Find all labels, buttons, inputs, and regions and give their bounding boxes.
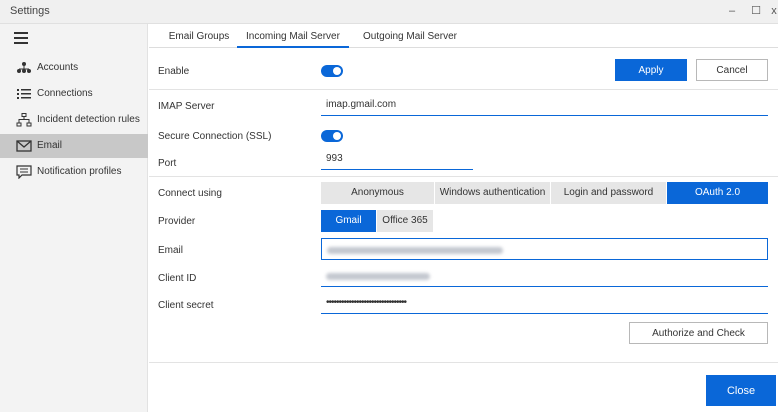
sidebar-item-label: Email xyxy=(37,140,63,151)
window-title: Settings xyxy=(10,5,50,17)
hamburger-menu-icon[interactable] xyxy=(14,32,28,44)
connect-oauth-option[interactable]: OAuth 2.0 xyxy=(667,182,768,204)
imap-server-label: IMAP Server xyxy=(158,101,215,112)
tab-email-groups[interactable]: Email Groups xyxy=(155,24,243,48)
list-icon xyxy=(17,89,31,99)
tab-bar: Email Groups Incoming Mail Server Outgoi… xyxy=(149,24,778,48)
client-secret-label: Client secret xyxy=(158,300,214,311)
sidebar-item-label: Notification profiles xyxy=(37,166,122,177)
sidebar-item-label: Incident detection rules xyxy=(37,114,140,125)
ssl-toggle[interactable] xyxy=(321,130,343,142)
divider xyxy=(149,362,778,363)
cancel-button[interactable]: Cancel xyxy=(696,59,768,81)
client-id-label: Client ID xyxy=(158,273,197,284)
accounts-tree-icon xyxy=(17,62,31,73)
enable-toggle[interactable] xyxy=(321,65,343,77)
provider-gmail-option[interactable]: Gmail xyxy=(321,210,377,232)
client-id-input[interactable] xyxy=(321,265,768,287)
email-label: Email xyxy=(158,245,184,256)
enable-label: Enable xyxy=(158,66,190,77)
connect-login-password-option[interactable]: Login and password xyxy=(551,182,667,204)
email-input[interactable] xyxy=(321,238,768,260)
close-window-button[interactable]: x xyxy=(766,3,778,19)
sidebar-item-incident-detection-rules[interactable]: Incident detection rules xyxy=(0,108,148,132)
authorize-and-check-button[interactable]: Authorize and Check xyxy=(629,322,768,344)
envelope-icon xyxy=(16,140,32,152)
title-bar: Settings – ☐ x xyxy=(0,0,778,24)
tab-incoming-mail-server[interactable]: Incoming Mail Server xyxy=(237,24,349,48)
imap-server-input[interactable]: imap.gmail.com xyxy=(321,94,768,116)
message-icon xyxy=(16,165,32,179)
port-input[interactable]: 993 xyxy=(321,148,473,170)
sidebar-item-email[interactable]: Email xyxy=(0,134,148,158)
sidebar-item-accounts[interactable]: Accounts xyxy=(0,56,148,80)
apply-button[interactable]: Apply xyxy=(615,59,687,81)
client-secret-input[interactable]: •••••••••••••••••••••••••••••••• xyxy=(321,292,768,314)
sidebar: Accounts Connections Incident detection … xyxy=(0,24,148,412)
provider-label: Provider xyxy=(158,216,196,227)
sidebar-item-connections[interactable]: Connections xyxy=(0,82,148,106)
ssl-label: Secure Connection (SSL) xyxy=(158,131,272,142)
rules-icon xyxy=(16,113,32,127)
sidebar-item-label: Connections xyxy=(37,88,93,99)
redacted-email-value xyxy=(327,247,503,254)
connect-using-label: Connect using xyxy=(158,188,222,199)
port-label: Port xyxy=(158,158,177,169)
connect-anonymous-option[interactable]: Anonymous xyxy=(321,182,435,204)
minimize-button[interactable]: – xyxy=(724,3,740,19)
provider-office365-option[interactable]: Office 365 xyxy=(377,210,433,232)
divider xyxy=(149,89,778,90)
maximize-button[interactable]: ☐ xyxy=(748,3,764,19)
tab-outgoing-mail-server[interactable]: Outgoing Mail Server xyxy=(355,24,465,48)
close-button[interactable]: Close xyxy=(706,375,776,406)
sidebar-item-label: Accounts xyxy=(37,62,79,73)
divider xyxy=(149,176,778,177)
connect-windows-auth-option[interactable]: Windows authentication xyxy=(435,182,551,204)
redacted-client-id-value xyxy=(326,273,430,280)
sidebar-item-notification-profiles[interactable]: Notification profiles xyxy=(0,160,148,184)
